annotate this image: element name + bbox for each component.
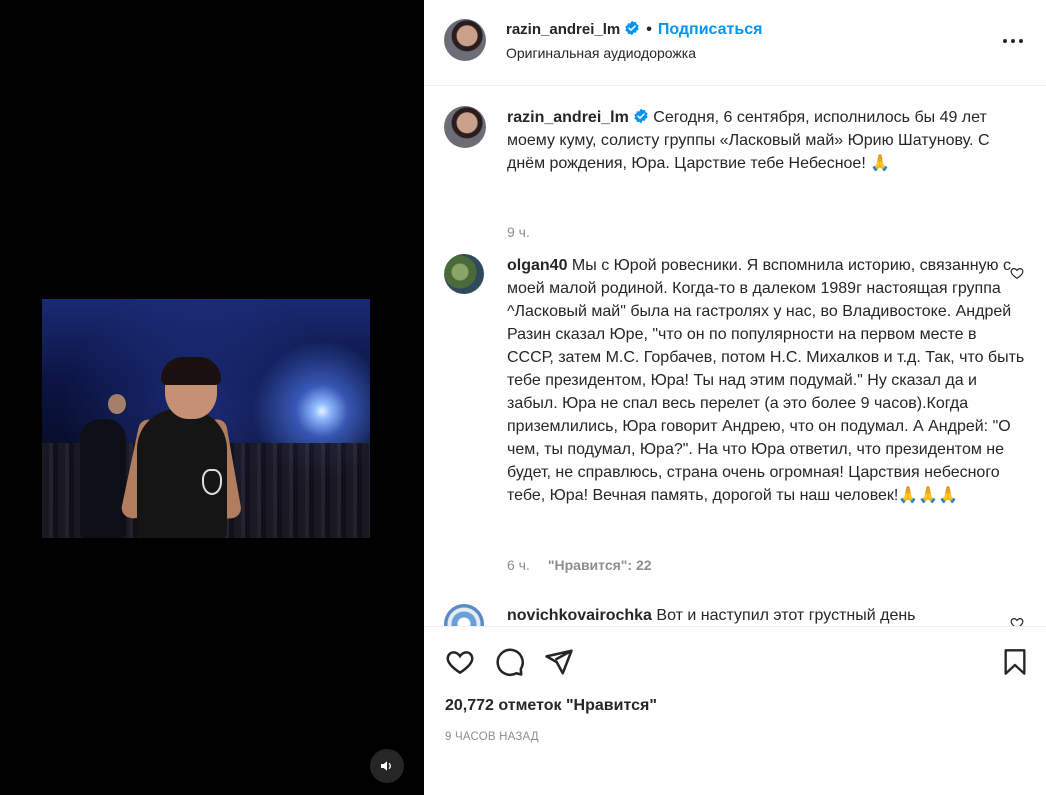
heart-icon bbox=[1010, 618, 1024, 626]
comments-list[interactable]: razin_andrei_lm Сегодня, 6 сентября, исп… bbox=[424, 87, 1046, 626]
like-comment-button[interactable] bbox=[1010, 616, 1024, 626]
heart-icon bbox=[446, 651, 474, 675]
likes-count[interactable]: 20,772 отметок "Нравится" bbox=[445, 697, 657, 715]
post-caption: razin_andrei_lm Сегодня, 6 сентября, исп… bbox=[444, 106, 1034, 246]
video-player[interactable] bbox=[42, 299, 370, 538]
sound-toggle-button[interactable] bbox=[370, 749, 404, 783]
post-timestamp[interactable]: 9 ЧАСОВ НАЗАД bbox=[445, 731, 539, 743]
send-icon bbox=[545, 649, 573, 675]
video-performer-hair bbox=[161, 357, 221, 385]
post-header: razin_andrei_lm • Подписаться Оригинальна… bbox=[424, 0, 1046, 86]
author-username[interactable]: razin_andrei_lm bbox=[506, 21, 620, 38]
video-shirt-logo bbox=[202, 469, 222, 495]
caption-author-avatar[interactable] bbox=[444, 106, 486, 148]
audio-track-link[interactable]: Оригинальная аудиодорожка bbox=[506, 45, 696, 61]
commenter-username[interactable]: olgan40 bbox=[507, 257, 567, 274]
video-background-person bbox=[80, 419, 126, 538]
bookmark-icon bbox=[1004, 649, 1026, 675]
commenter-avatar[interactable] bbox=[444, 254, 484, 294]
author-line: razin_andrei_lm • Подписаться bbox=[506, 20, 762, 39]
commenter-username[interactable]: novichkovairochka bbox=[507, 607, 652, 624]
comment-item: novichkovairochka Вот и наступил этот гр… bbox=[444, 604, 1034, 626]
caption-time: 9 ч. bbox=[507, 224, 530, 240]
like-button[interactable] bbox=[445, 647, 475, 682]
caption-body: razin_andrei_lm Сегодня, 6 сентября, исп… bbox=[507, 106, 1027, 175]
author-avatar[interactable] bbox=[444, 19, 486, 61]
post-actions: 20,772 отметок "Нравится" 9 ЧАСОВ НАЗАД bbox=[424, 626, 1046, 795]
more-options-button[interactable] bbox=[1002, 31, 1024, 49]
comment-meta: 6 ч. "Нравится": 22 bbox=[507, 557, 652, 573]
comment-icon bbox=[496, 648, 524, 677]
comment-time: 6 ч. bbox=[507, 557, 530, 573]
comment-item: olgan40 Мы с Юрой ровесники. Я вспомнила… bbox=[444, 254, 1034, 584]
comment-body: novichkovairochka Вот и наступил этот гр… bbox=[507, 604, 1027, 626]
verified-badge-icon bbox=[624, 20, 640, 36]
post-side-panel: razin_andrei_lm • Подписаться Оригинальна… bbox=[424, 0, 1046, 795]
media-panel bbox=[0, 0, 424, 795]
share-button[interactable] bbox=[544, 647, 574, 682]
comment-text: Вот и наступил этот грустный день bbox=[656, 607, 916, 624]
comment-body: olgan40 Мы с Юрой ровесники. Я вспомнила… bbox=[507, 254, 1027, 507]
header-separator: • bbox=[646, 21, 652, 38]
caption-verified-badge-icon bbox=[633, 108, 649, 124]
comment-text: Мы с Юрой ровесники. Я вспомнила историю… bbox=[507, 257, 1025, 504]
caption-username[interactable]: razin_andrei_lm bbox=[507, 109, 629, 126]
speaker-icon bbox=[381, 761, 391, 771]
comment-likes-link[interactable]: "Нравится": 22 bbox=[548, 557, 652, 573]
video-background-head bbox=[108, 394, 126, 414]
more-icon bbox=[1003, 39, 1023, 43]
comment-button[interactable] bbox=[495, 647, 525, 682]
follow-button[interactable]: Подписаться bbox=[658, 21, 763, 38]
commenter-avatar[interactable] bbox=[444, 604, 484, 626]
save-button[interactable] bbox=[1001, 647, 1029, 682]
like-comment-button[interactable] bbox=[1010, 266, 1024, 285]
heart-icon bbox=[1010, 268, 1024, 279]
